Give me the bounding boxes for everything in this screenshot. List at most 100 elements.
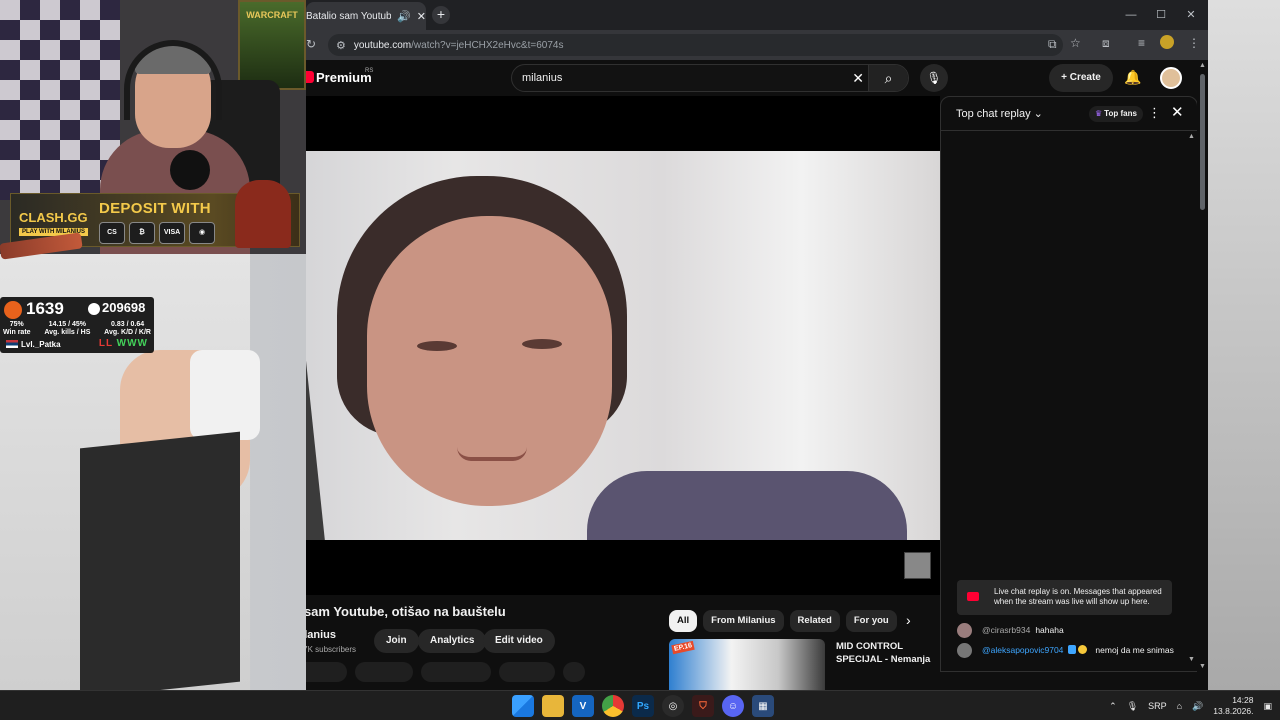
chat-author[interactable]: @aleksapopovic9704 <box>982 645 1063 655</box>
search-box[interactable]: milanius ✕ ⌕ <box>511 64 909 92</box>
chevron-up-icon[interactable]: ⌃ <box>1109 701 1117 712</box>
bookmark-star-icon[interactable]: ☆ <box>1070 36 1081 50</box>
close-chat-icon[interactable]: ✕ <box>1171 103 1184 121</box>
video-frame <box>306 151 940 540</box>
episode-badge: EP.16 <box>671 640 695 655</box>
actions-row <box>306 662 585 682</box>
new-tab-button[interactable]: + <box>432 6 450 24</box>
voice-search-button[interactable]: 🎙 <box>920 64 948 92</box>
scroll-up-icon[interactable]: ▲ <box>1188 133 1195 140</box>
browser-window: Batalio sam Youtube, otišao na bauštelu … <box>306 0 1208 690</box>
analytics-button[interactable]: Analytics <box>418 629 487 653</box>
video-title: Batalio sam Youtube, otišao na bauštelu <box>306 604 506 619</box>
sponsor-icon <box>1078 644 1088 654</box>
clock[interactable]: 14:28 13.8.2026. <box>1213 695 1253 717</box>
clear-search-icon[interactable]: ✕ <box>852 70 864 87</box>
start-icon[interactable] <box>512 695 534 717</box>
youtube-logo[interactable]: Premium <box>306 70 372 85</box>
address-bar[interactable]: ⚙ youtube.com/watch?v=jeHCHX2eHvc&t=6074… <box>328 34 1063 56</box>
elo-icon <box>4 301 22 319</box>
dark-panel <box>80 431 240 699</box>
video-player[interactable] <box>306 96 940 595</box>
window-close-button[interactable]: ✕ <box>1176 0 1206 30</box>
discord-icon[interactable]: ☺ <box>722 695 744 717</box>
chat-author[interactable]: @cirasrb934 <box>982 625 1030 635</box>
serbia-flag-icon <box>6 340 18 348</box>
chat-mode-dropdown[interactable]: Top chat replay ⌄ <box>956 107 1043 120</box>
page-scrollbar[interactable]: ▲ ▼ <box>1197 60 1208 672</box>
notification-icon[interactable]: ▣ <box>1263 701 1272 712</box>
tab-close-icon[interactable]: ✕ <box>417 10 426 23</box>
minimize-button[interactable]: — <box>1116 0 1146 30</box>
chip-related[interactable]: Related <box>789 610 840 632</box>
photoshop-icon[interactable]: Ps <box>632 695 654 717</box>
toolbar: ↻ ⚙ youtube.com/watch?v=jeHCHX2eHvc&t=60… <box>306 30 1208 60</box>
brave-icon[interactable]: ⛉ <box>692 695 714 717</box>
extensions-icon[interactable]: ⧈ <box>1102 36 1110 51</box>
app-ring-icon[interactable]: ◎ <box>662 695 684 717</box>
profile-avatar-icon[interactable] <box>1160 35 1174 49</box>
chat-message: @aleksapopovic9704 nemoj da me snimas <box>957 643 1182 658</box>
create-button[interactable]: + Create <box>1049 64 1113 92</box>
recommendation-thumbnail[interactable]: EP.16 <box>669 639 825 690</box>
channel-name[interactable]: Milanius <box>306 629 336 641</box>
chat-scrollbar[interactable]: ▲ ▼ <box>1188 133 1195 663</box>
search-button[interactable]: ⌕ <box>868 65 908 91</box>
scroll-down-icon[interactable]: ▼ <box>1188 656 1195 663</box>
live-chat-panel: Top chat replay ⌄ ♛ Top fans ⋮ ✕ ▲ ▼ Live… <box>940 96 1198 672</box>
account-avatar[interactable] <box>1160 67 1182 89</box>
cs-badge: CS <box>99 222 125 244</box>
chip-from-milanius[interactable]: From Milanius <box>703 610 784 632</box>
notifications-bell-icon[interactable]: 🔔 <box>1124 69 1141 86</box>
tab-youtube[interactable]: Batalio sam Youtube, otišao na bauštelu … <box>306 2 426 30</box>
maximize-button[interactable]: ☐ <box>1146 0 1176 30</box>
language-indicator[interactable]: SRP <box>1148 701 1167 711</box>
action-placeholder[interactable] <box>355 662 413 682</box>
video-mouth <box>457 447 527 461</box>
media-icon[interactable]: ≡ <box>1138 36 1145 50</box>
cast-icon[interactable]: ⧉ <box>1048 37 1057 52</box>
scrollbar-thumb[interactable] <box>1200 74 1205 210</box>
search-input[interactable]: milanius <box>522 72 562 84</box>
chrome-icon[interactable] <box>602 695 624 717</box>
chevron-down-icon: ⌄ <box>1033 108 1043 120</box>
file-explorer-icon[interactable] <box>542 695 564 717</box>
chevron-right-icon[interactable]: › <box>906 612 911 628</box>
action-placeholder[interactable] <box>499 662 555 682</box>
bitcoin-badge: ₿ <box>129 222 155 244</box>
top-fans-button[interactable]: ♛ Top fans <box>1089 106 1143 122</box>
action-placeholder[interactable] <box>421 662 491 682</box>
more-options-icon[interactable]: ⋮ <box>1148 105 1161 121</box>
scroll-up-icon[interactable]: ▲ <box>1199 62 1206 69</box>
network-icon[interactable]: ⌂ <box>1177 701 1182 711</box>
recommendation-title[interactable]: MID CONTROL SPECIJAL - Nemanja <box>836 640 946 666</box>
scroll-down-icon[interactable]: ▼ <box>1199 663 1206 670</box>
visa-badge: VISA <box>159 222 185 244</box>
chat-author-avatar[interactable] <box>957 643 972 658</box>
chat-author-avatar[interactable] <box>957 623 972 638</box>
chip-all[interactable]: All <box>669 610 698 632</box>
ad-character <box>235 180 291 248</box>
player-name: Lvl._Patka <box>6 340 61 349</box>
crypto-badge: ◉ <box>189 222 215 244</box>
browser-menu-icon[interactable]: ⋮ <box>1188 36 1200 50</box>
mic-icon[interactable]: 🎙 <box>1127 701 1138 712</box>
poster: WARCRAFT <box>238 0 306 90</box>
youtube-play-icon <box>306 71 314 83</box>
audio-playing-icon[interactable]: 🔊 <box>397 10 411 23</box>
action-placeholder[interactable] <box>563 662 585 682</box>
recent-results: LL WWW <box>98 338 148 349</box>
app-v-icon[interactable]: V <box>572 695 594 717</box>
reload-icon[interactable]: ↻ <box>306 37 316 51</box>
action-placeholder[interactable] <box>306 662 347 682</box>
subscriber-count: 38.7K subscribers <box>306 645 357 654</box>
chat-message: @cirasrb934 hahaha <box>957 623 1182 638</box>
edit-video-button[interactable]: Edit video <box>483 629 555 653</box>
channel-watermark[interactable] <box>904 552 931 579</box>
chip-for-you[interactable]: For you <box>845 610 897 632</box>
site-info-icon[interactable]: ⚙ <box>336 39 346 52</box>
calculator-icon[interactable]: ▦ <box>752 695 774 717</box>
wall-right <box>1205 0 1280 690</box>
join-button[interactable]: Join <box>374 629 419 653</box>
volume-icon[interactable]: 🔊 <box>1192 701 1203 712</box>
